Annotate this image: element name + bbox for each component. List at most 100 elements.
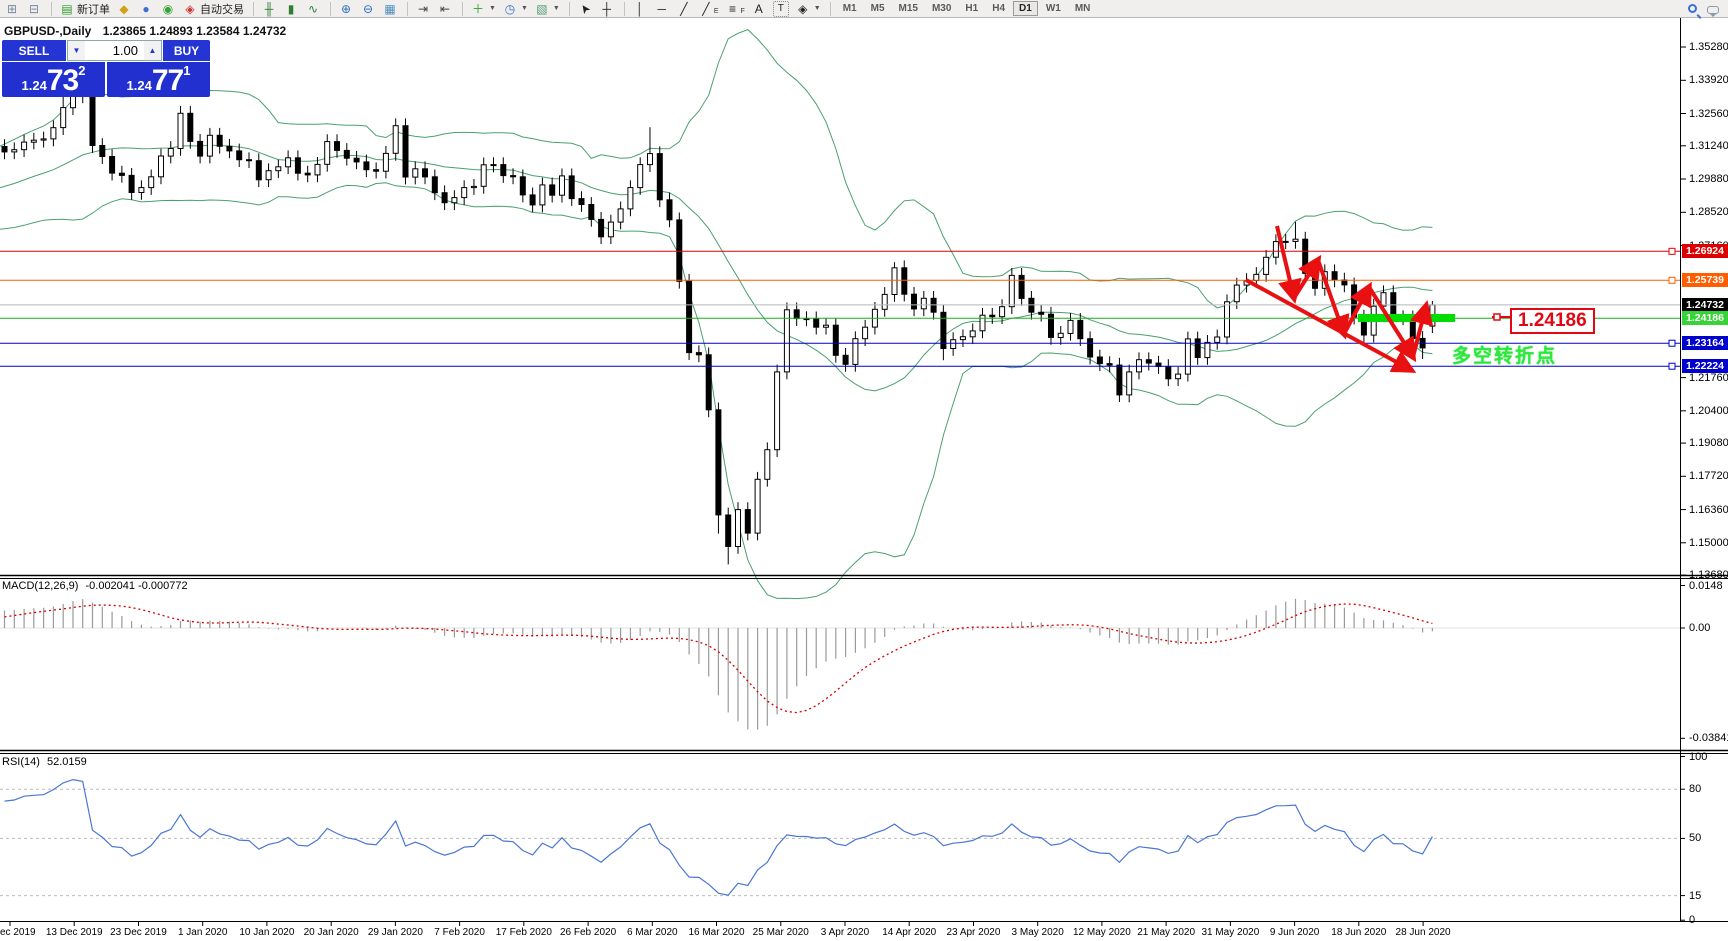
volume-increase-button[interactable]: ▲	[144, 41, 161, 60]
templates-icon-dropdown[interactable]: ▼	[553, 5, 560, 12]
chart-title: GBPUSD-,Daily 1.23865 1.24893 1.23584 1.…	[4, 24, 286, 38]
toolbar-separator	[829, 1, 831, 16]
charts-grid-icon[interactable]: ⊞	[3, 1, 23, 17]
callout-anchor	[1493, 313, 1501, 321]
line-chart-icon[interactable]: ∿	[304, 1, 324, 17]
candles-group	[1, 87, 1436, 565]
timeframe-h1-button[interactable]: H1	[959, 1, 984, 16]
timeframe-h4-button[interactable]: H4	[986, 1, 1011, 16]
level-handle-1.23164	[1668, 339, 1676, 347]
toolbar-separator	[253, 1, 254, 16]
text-label-icon[interactable]: T	[772, 0, 792, 17]
channel-icon[interactable]: ╱ E	[697, 1, 722, 17]
timeframe-d1-button[interactable]: D1	[1013, 1, 1038, 16]
search-icon[interactable]	[1688, 3, 1697, 13]
market-watch-icon: ⊟	[28, 1, 40, 16]
volume-stepper: ▼ 1.00 ▲	[67, 40, 162, 61]
volume-decrease-button[interactable]: ▼	[68, 41, 85, 60]
crosshair-icon: ┼	[602, 1, 612, 16]
channel-icon-tag: E	[713, 8, 719, 15]
trendline-icon[interactable]: ╱	[675, 1, 695, 17]
toolbar-separator	[51, 1, 52, 16]
indicators-icon[interactable]: ＋ ▼	[469, 1, 499, 17]
community-icon[interactable]: ●	[137, 1, 157, 17]
text-icon: A	[754, 1, 763, 16]
new-order-icon: ▤	[61, 1, 73, 16]
deposit-icon: ◆	[119, 1, 129, 16]
horizontal-level-lines[interactable]	[0, 247, 1680, 370]
macd-histogram	[3, 598, 1434, 730]
tile-windows-icon: ▦	[384, 1, 396, 16]
zoom-in-icon: ⊕	[340, 1, 352, 16]
arrows-icon: ◈	[798, 1, 808, 16]
timeframe-m1-button[interactable]: M1	[837, 1, 863, 16]
auto-trading-icon: ◈	[185, 1, 195, 16]
buy-price-button[interactable]: 1.24 77 1	[107, 62, 210, 97]
periods-icon[interactable]: ◷ ▼	[501, 1, 531, 17]
fibonacci-icon[interactable]: ≡ F	[723, 1, 747, 17]
sell-price-sup: 2	[78, 63, 86, 78]
ohlc-bars-icon[interactable]: ╫	[260, 1, 280, 17]
rsi-line	[4, 778, 1433, 896]
sell-button[interactable]: SELL	[2, 40, 66, 61]
timeframe-m15-button[interactable]: M15	[893, 1, 924, 16]
turning-point-annotation[interactable]: 多空转折点	[1452, 341, 1557, 368]
trading-terminal-window: ⊞ ⊟ ▤ 新订单 ◆ ● ◉ ◈ 自动交易 ╫ ▮ ∿ ⊕ ⊖ ▦ ⇥ ⇤ ＋ ▼ ◷ ▼ ▧ ▼ ➤ ┼ │ ─ ╱ ╱ E ≡ F A T ◈…	[0, 0, 1728, 941]
horizontal-line-icon[interactable]: ─	[653, 1, 673, 17]
one-click-trading-panel: SELL ▼ 1.00 ▲ BUY 1.24 73 2 1.24 77 1	[2, 40, 210, 97]
market-watch-icon[interactable]: ⊟	[25, 1, 45, 17]
macd-name: MACD(12,26,9)	[2, 580, 79, 592]
toolbar-separator	[330, 1, 331, 16]
tile-windows-icon[interactable]: ▦	[381, 1, 401, 17]
rsi-value: 52.0159	[46, 756, 87, 768]
fibonacci-icon: ≡	[728, 1, 736, 16]
trendline-icon: ╱	[680, 1, 688, 16]
indicators-icon-dropdown[interactable]: ▼	[489, 5, 496, 12]
chart-canvas[interactable]	[0, 0, 1728, 941]
volume-input[interactable]: 1.00	[85, 41, 144, 60]
symbol-period-label: GBPUSD-,Daily	[4, 24, 92, 38]
buy-button[interactable]: BUY	[163, 40, 210, 61]
main-toolbar: ⊞ ⊟ ▤ 新订单 ◆ ● ◉ ◈ 自动交易 ╫ ▮ ∿ ⊕ ⊖ ▦ ⇥ ⇤ ＋ ▼ ◷ ▼ ▧ ▼ ➤ ┼ │ ─ ╱ ╱ E ≡ F A T ◈…	[0, 0, 1728, 18]
sell-price-button[interactable]: 1.24 73 2	[2, 62, 105, 97]
auto-trading-button[interactable]: ◈ 自动交易	[181, 1, 247, 17]
chat-icon[interactable]	[1707, 5, 1719, 17]
new-order-button[interactable]: ▤ 新订单	[58, 1, 113, 17]
arrows-icon[interactable]: ◈ ▼	[794, 1, 824, 17]
bollinger-upper-band	[0, 29, 1433, 309]
timeframe-mn-button[interactable]: MN	[1069, 1, 1097, 16]
crosshair-icon[interactable]: ┼	[598, 1, 618, 17]
zoom-out-icon[interactable]: ⊖	[359, 1, 379, 17]
candlestick-icon: ▮	[287, 1, 295, 16]
timeframe-m5-button[interactable]: M5	[865, 1, 891, 16]
templates-icon: ▧	[536, 1, 548, 16]
arrows-icon-dropdown[interactable]: ▼	[814, 5, 821, 12]
bollinger-middle-band	[0, 144, 1433, 392]
buy-price-big: 77	[151, 64, 184, 97]
templates-icon[interactable]: ▧ ▼	[533, 1, 563, 17]
zoom-out-icon: ⊖	[362, 1, 374, 16]
deposit-icon[interactable]: ◆	[115, 1, 135, 17]
vertical-line-icon[interactable]: │	[631, 1, 651, 17]
zoom-in-icon[interactable]: ⊕	[337, 1, 357, 17]
ohlc-bars-icon: ╫	[264, 1, 274, 16]
signals-icon: ◉	[162, 1, 174, 16]
candlestick-icon[interactable]: ▮	[282, 1, 302, 17]
chart-shift-icon[interactable]: ⇤	[436, 1, 456, 17]
signals-icon[interactable]: ◉	[159, 1, 179, 17]
periods-icon-dropdown[interactable]: ▼	[521, 5, 528, 12]
horizontal-line-icon: ─	[657, 1, 667, 16]
line-chart-icon: ∿	[307, 1, 319, 16]
rsi-name: RSI(14)	[2, 756, 40, 768]
level-handle-1.26924	[1668, 247, 1676, 255]
timeframe-w1-button[interactable]: W1	[1040, 1, 1067, 16]
price-callout-box[interactable]: 1.24186	[1510, 308, 1595, 334]
timeframe-m30-button[interactable]: M30	[926, 1, 957, 16]
auto-scroll-icon[interactable]: ⇥	[414, 1, 434, 17]
sell-price-small: 1.24	[21, 78, 47, 93]
toolbar-separator	[623, 1, 625, 16]
toolbar-separator	[462, 1, 463, 16]
text-icon[interactable]: A	[750, 1, 770, 17]
cursor-icon[interactable]: ➤	[576, 0, 596, 16]
periods-icon: ◷	[504, 1, 516, 16]
